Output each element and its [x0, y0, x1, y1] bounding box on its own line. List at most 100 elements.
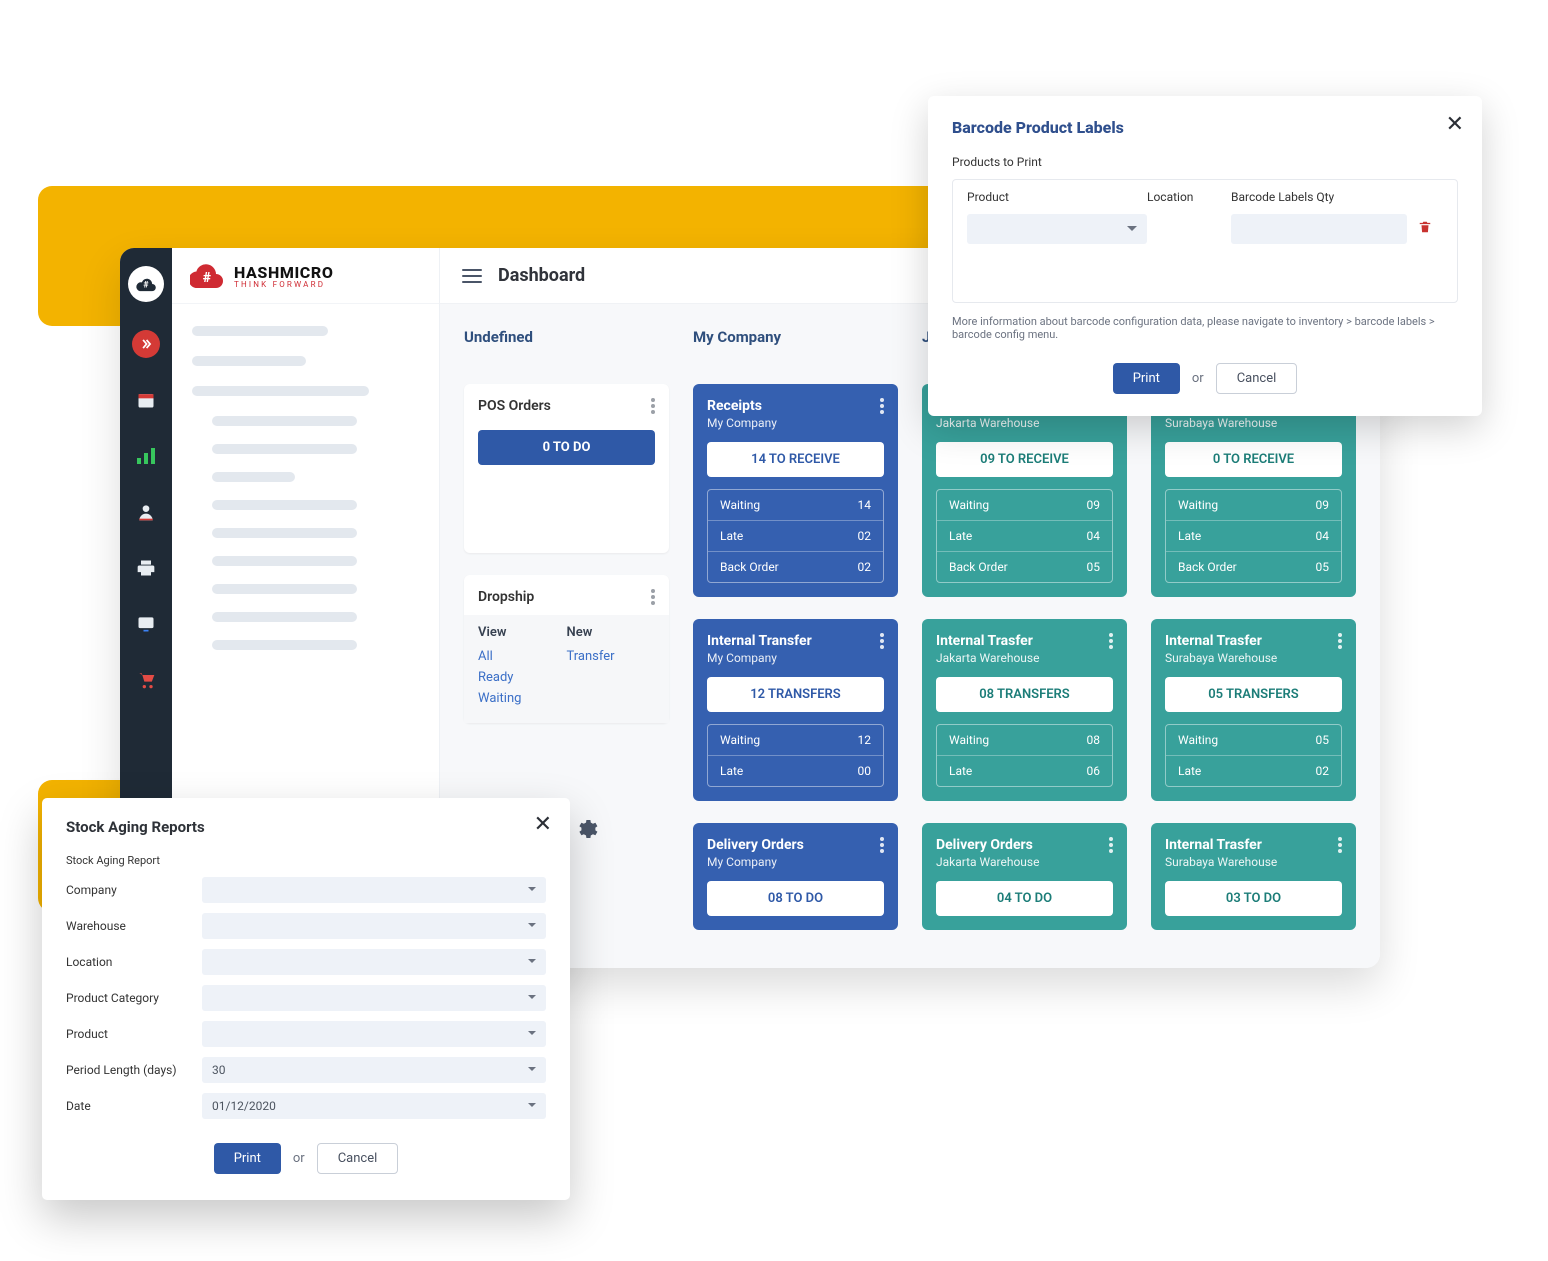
tile-my-receipts: Receipts My Company 14 TO RECEIVE Waiting… — [693, 384, 898, 597]
tile-menu-icon[interactable] — [880, 837, 884, 853]
print-button[interactable]: Print — [1113, 363, 1180, 394]
tile-title: Internal Transfer — [707, 633, 812, 649]
column-title: My Company — [693, 328, 898, 346]
nav-monitor-icon[interactable] — [132, 610, 160, 638]
card-dropship: Dropship View All Ready Waiting New Tran… — [464, 575, 669, 723]
tile-sub: Surabaya Warehouse — [1165, 651, 1277, 665]
brand-mark-icon: # — [190, 262, 224, 290]
tile-title: Internal Trasfer — [1165, 633, 1277, 649]
close-icon[interactable]: ✕ — [534, 812, 552, 837]
warehouse-select[interactable] — [202, 913, 546, 939]
card-title: Dropship — [478, 589, 534, 605]
svg-text:#: # — [203, 270, 211, 286]
category-select[interactable] — [202, 985, 546, 1011]
label-category: Product Category — [66, 991, 202, 1005]
tile-sub: My Company — [707, 651, 812, 665]
delete-row-icon[interactable] — [1407, 219, 1443, 239]
nav-printer-icon[interactable] — [132, 554, 160, 582]
nav-cart-icon[interactable] — [132, 666, 160, 694]
tile-my-delivery: Delivery OrdersMy Company 08 TO DO — [693, 823, 898, 930]
tile-title: Internal Trasfer — [1165, 837, 1277, 853]
column-surabaya: Surabaya Warehouse ReceiptsSurabaya Ware… — [1151, 328, 1356, 930]
tile-menu-icon[interactable] — [1109, 837, 1113, 853]
qty-input[interactable] — [1231, 214, 1407, 244]
tile-menu-icon[interactable] — [880, 633, 884, 649]
th-product: Product — [967, 190, 1147, 204]
tile-action[interactable]: 14 TO RECEIVE — [707, 442, 884, 477]
label-product: Product — [66, 1027, 202, 1041]
close-icon[interactable]: ✕ — [1446, 112, 1464, 137]
tile-my-internal: Internal Transfer My Company 12 TRANSFERS… — [693, 619, 898, 801]
tile-sub: Surabaya Warehouse — [1165, 416, 1277, 430]
link-ready[interactable]: Ready — [478, 667, 567, 688]
sidebar-list — [172, 304, 439, 672]
card-action[interactable]: 0 TO DO — [478, 430, 655, 465]
date-select[interactable]: 01/12/2020 — [202, 1093, 546, 1119]
tile-sub: Jakarta Warehouse — [936, 855, 1039, 869]
modal-subtitle: Products to Print — [952, 155, 1458, 169]
tile-jk-internal: Internal Trasfer Jakarta Warehouse 08 TRA… — [922, 619, 1127, 801]
nav-calendar-icon[interactable] — [132, 386, 160, 414]
cancel-button[interactable]: Cancel — [317, 1143, 399, 1174]
card-menu-icon[interactable] — [651, 589, 655, 605]
tile-action[interactable]: 05 TRANSFERS — [1165, 677, 1342, 712]
or-text: or — [1192, 371, 1204, 386]
tile-action[interactable]: 0 TO RECEIVE — [1165, 442, 1342, 477]
modal-subtitle: Stock Aging Report — [66, 854, 546, 867]
tile-sb-internal: Internal Trasfer Surabaya Warehouse 05 TR… — [1151, 619, 1356, 801]
nav-expand-icon[interactable] — [132, 330, 160, 358]
tile-title: Delivery Orders — [936, 837, 1039, 853]
column-undefined: Undefined POS Orders 0 TO DO Dropship — [464, 328, 669, 723]
menu-toggle-icon[interactable] — [462, 269, 482, 283]
tile-action[interactable]: 08 TO DO — [707, 881, 884, 916]
tile-action[interactable]: 03 TO DO — [1165, 881, 1342, 916]
location-select[interactable] — [202, 949, 546, 975]
period-select[interactable]: 30 — [202, 1057, 546, 1083]
modal-title: Stock Aging Reports — [66, 818, 546, 836]
tile-action[interactable]: 08 TRANSFERS — [936, 677, 1113, 712]
tile-menu-icon[interactable] — [1109, 633, 1113, 649]
tile-sub: My Company — [707, 416, 777, 430]
print-button[interactable]: Print — [214, 1143, 281, 1174]
logo-cloud-icon: # — [128, 266, 164, 302]
barcode-modal: Barcode Product Labels ✕ Products to Pri… — [928, 96, 1482, 416]
svg-text:#: # — [143, 281, 149, 291]
tile-rows: Waiting14 Late02 Back Order02 — [707, 489, 884, 583]
nav-bars-icon[interactable] — [132, 442, 160, 470]
label-location: Location — [66, 955, 202, 969]
new-head: New — [567, 625, 656, 640]
tile-menu-icon[interactable] — [1338, 633, 1342, 649]
product-select[interactable] — [967, 214, 1147, 244]
link-waiting[interactable]: Waiting — [478, 688, 567, 709]
card-title: POS Orders — [478, 398, 551, 414]
th-location: Location — [1147, 190, 1231, 204]
cancel-button[interactable]: Cancel — [1216, 363, 1298, 394]
tile-action[interactable]: 04 TO DO — [936, 881, 1113, 916]
tile-action[interactable]: 09 TO RECEIVE — [936, 442, 1113, 477]
tile-menu-icon[interactable] — [1338, 837, 1342, 853]
tile-sub: Jakarta Warehouse — [936, 416, 1039, 430]
link-transfer[interactable]: Transfer — [567, 646, 656, 667]
link-all[interactable]: All — [478, 646, 567, 667]
tile-jk-delivery: Delivery Orders Jakarta Warehouse 04 TO D… — [922, 823, 1127, 930]
tile-menu-icon[interactable] — [880, 398, 884, 414]
nav-user-icon[interactable] — [132, 498, 160, 526]
or-text: or — [293, 1151, 305, 1166]
tile-title: Receipts — [707, 398, 777, 414]
page-title: Dashboard — [498, 265, 585, 286]
column-jakarta: Jakarta Warehouse ReceiptsJakarta Wareho… — [922, 328, 1127, 930]
tile-title: Internal Trasfer — [936, 633, 1039, 649]
brand-name: HASHMICRO — [234, 263, 333, 282]
card-menu-icon[interactable] — [651, 398, 655, 414]
tile-sub: Jakarta Warehouse — [936, 651, 1039, 665]
brand-row: # HASHMICRO THINK FORWARD — [172, 248, 439, 304]
tile-title: Delivery Orders — [707, 837, 804, 853]
product-select[interactable] — [202, 1021, 546, 1047]
gear-icon[interactable] — [574, 817, 598, 845]
tile-action[interactable]: 12 TRANSFERS — [707, 677, 884, 712]
view-head: View — [478, 625, 567, 640]
company-select[interactable] — [202, 877, 546, 903]
stock-aging-modal: Stock Aging Reports ✕ Stock Aging Report… — [42, 798, 570, 1200]
tile-sub: Surabaya Warehouse — [1165, 855, 1277, 869]
modal-title: Barcode Product Labels — [952, 118, 1458, 137]
